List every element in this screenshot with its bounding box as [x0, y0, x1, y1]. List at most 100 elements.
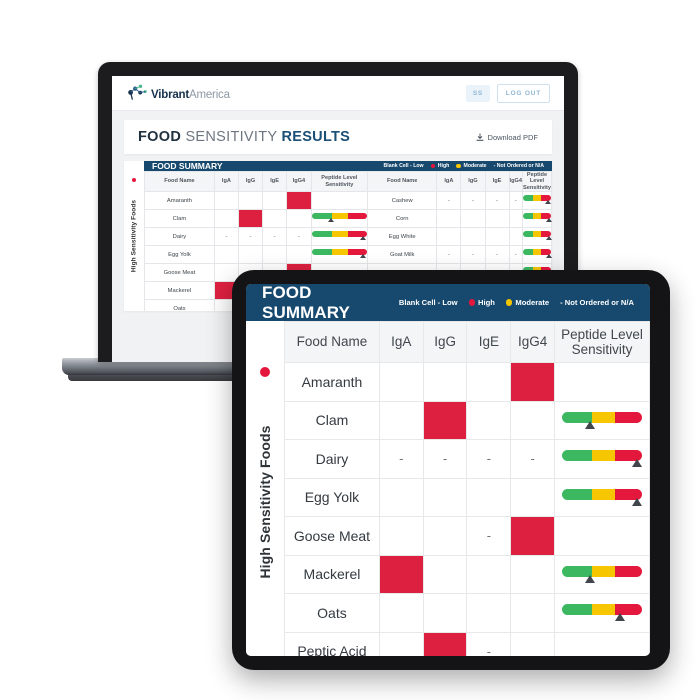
legend-label-2: Moderate: [463, 163, 487, 169]
high-sensitivity-foods-label: High Sensitivity Foods: [257, 425, 273, 579]
sensitivity-track: [562, 565, 642, 577]
legend-item-0: Blank Cell - Low: [399, 298, 458, 307]
legend-dot-icon-1: [468, 299, 476, 306]
peptide-line2-a: Sensitivity: [325, 181, 354, 188]
logout-button[interactable]: LOG OUT: [496, 83, 550, 103]
peptide-cell: [521, 227, 552, 247]
cell-not-ordered: -: [378, 439, 424, 479]
cell-low: [237, 191, 264, 211]
top-bar-actions: SS LOG OUT: [465, 83, 550, 103]
page-title-part1: FOOD: [138, 129, 182, 145]
cell-low: [378, 400, 424, 440]
cell-low: [286, 209, 312, 229]
laptop-col-ige-1: IgE: [262, 170, 288, 193]
peptide-sensitivity-bar: [522, 249, 552, 260]
cell-low: [422, 362, 468, 402]
cell-low: [237, 245, 264, 265]
sensitivity-segment-moderate: [591, 488, 615, 500]
sensitivity-marker-icon: [328, 218, 335, 223]
page-title-card: FOOD SENSITIVITY RESULTS Download PDF: [124, 120, 552, 154]
peptide-sensitivity-bar: [311, 213, 368, 224]
cell-high: [510, 516, 556, 556]
sensitivity-segment-low: [522, 231, 534, 238]
legend-item-1: High: [468, 298, 495, 307]
sensitivity-segment-moderate: [332, 231, 349, 238]
food-name-cell: Clam: [284, 400, 380, 440]
food-name-cell: Goose Meat: [144, 263, 215, 283]
table-row[interactable]: Goose Meat -: [284, 516, 650, 556]
screenshot-stage: VibrantAmerica SS LOG OUT FOOD SENSITIVI…: [0, 0, 700, 700]
table-row[interactable]: Dairy - - - - Egg White: [144, 227, 552, 247]
laptop-col-food-name-2: Food Name: [367, 170, 438, 193]
table-row[interactable]: Amaranth Cashew - - - -: [144, 191, 552, 211]
cell-high: [286, 191, 312, 211]
cell-not-ordered: -: [508, 191, 523, 211]
cell-low: [262, 191, 288, 211]
molecule-logo-icon: [126, 84, 148, 102]
cell-low: [510, 631, 556, 656]
cell-not-ordered: -: [460, 245, 486, 265]
peptide-cell: [310, 245, 369, 265]
cell-low: [378, 516, 424, 556]
user-initials-badge[interactable]: SS: [465, 84, 490, 102]
high-sensitivity-dot-icon: [132, 178, 136, 182]
cell-low: [484, 209, 510, 229]
food-name-cell: Amaranth: [284, 362, 380, 402]
food-name-cell: Dairy: [284, 439, 380, 479]
food-name-cell: Cashew: [367, 191, 438, 211]
sensitivity-segment-moderate: [332, 249, 349, 256]
peptide-sensitivity-bar: [562, 488, 643, 506]
food-name-cell: Goose Meat: [284, 516, 380, 556]
cell-low: [262, 209, 288, 229]
sensitivity-segment-moderate: [591, 604, 615, 616]
sensitivity-marker-icon: [544, 200, 551, 205]
sensitivity-segment-low: [311, 249, 333, 256]
food-name-cell: Egg Yolk: [144, 245, 215, 265]
table-row[interactable]: Peptic Acid -: [284, 631, 650, 656]
table-row[interactable]: Clam Corn: [144, 209, 552, 229]
brand-logo[interactable]: VibrantAmerica: [126, 84, 230, 102]
legend-label-1: High: [437, 163, 450, 169]
laptop-col-iga-1: IgA: [213, 170, 239, 193]
cell-not-ordered: -: [508, 245, 523, 265]
laptop-sidebar-label: High Sensitivity Foods: [124, 161, 144, 311]
legend-item-2: Moderate: [505, 298, 549, 307]
food-name-cell: Clam: [144, 209, 215, 229]
legend-label-1: High: [478, 298, 495, 307]
table-row[interactable]: Clam: [284, 400, 650, 440]
cell-low: [466, 554, 512, 594]
sensitivity-segment-low: [562, 604, 592, 616]
peptide-cell: [521, 209, 552, 229]
peptide-cell: [554, 593, 650, 633]
peptide-sensitivity-bar: [522, 213, 552, 224]
sensitivity-segment-moderate: [533, 249, 542, 256]
tablet-device: FOOD SUMMARY Blank Cell - Low High Moderat…: [232, 270, 670, 670]
cell-low: [466, 477, 512, 517]
laptop-col-igg4-2: IgG4: [508, 170, 523, 193]
cell-low: [422, 554, 468, 594]
laptop-col-igg-1: IgG: [237, 170, 264, 193]
peptide-line2-t: Sensitivity: [571, 342, 633, 357]
sensitivity-marker-icon: [632, 459, 643, 468]
food-name-cell: Mackerel: [144, 281, 215, 301]
tablet-summary-title: FOOD SUMMARY: [262, 284, 350, 322]
peptide-sensitivity-bar: [522, 195, 551, 206]
cell-not-ordered: -: [510, 439, 556, 479]
table-row[interactable]: Oats: [284, 593, 650, 633]
cell-low: [262, 245, 288, 265]
peptide-cell: [521, 245, 552, 265]
table-row[interactable]: Mackerel: [284, 554, 650, 594]
table-row[interactable]: Egg Yolk Goat Milk - - - -: [144, 245, 552, 265]
peptide-cell: [310, 227, 369, 247]
cell-low: [510, 554, 556, 594]
table-row[interactable]: Dairy - - - -: [284, 439, 650, 479]
download-pdf-button[interactable]: Download PDF: [476, 133, 538, 142]
peptide-cell: [521, 191, 552, 211]
cell-low: [213, 209, 239, 229]
legend-label-0: Blank Cell - Low: [383, 163, 424, 169]
peptide-line1-b: Peptide Level: [526, 172, 548, 185]
table-row[interactable]: Egg Yolk: [284, 477, 650, 517]
table-row[interactable]: Amaranth: [284, 362, 650, 402]
food-name-cell: Corn: [367, 209, 438, 229]
peptide-cell: [554, 631, 650, 656]
